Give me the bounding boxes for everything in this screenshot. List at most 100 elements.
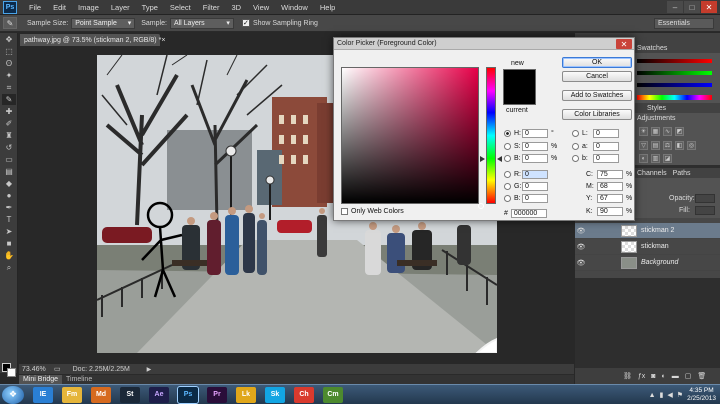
hand-tool-icon[interactable]: ✋ bbox=[2, 250, 16, 261]
black-white-icon[interactable]: ◧ bbox=[675, 141, 684, 150]
gradient-tool-icon[interactable]: ▤ bbox=[2, 166, 16, 177]
volume-icon[interactable]: ◀ bbox=[667, 391, 672, 399]
ok-button[interactable]: OK bbox=[562, 57, 632, 68]
exposure-icon[interactable]: ◩ bbox=[675, 127, 684, 136]
taskbar-app-internet-explorer[interactable]: IE bbox=[33, 386, 53, 403]
link-icon[interactable]: ⛓ bbox=[623, 372, 632, 380]
lightness-radio[interactable] bbox=[572, 129, 579, 137]
brightness-icon[interactable]: ☀ bbox=[639, 127, 648, 136]
taskbar-app-lock[interactable]: Lk bbox=[236, 386, 256, 403]
layer-row[interactable]: 👁 stickman bbox=[575, 239, 720, 255]
hue-slider-right-arrow-icon[interactable] bbox=[497, 156, 502, 162]
levels-icon[interactable]: ▦ bbox=[651, 127, 660, 136]
red-slider[interactable] bbox=[637, 59, 712, 63]
green-radio[interactable] bbox=[504, 182, 511, 190]
taskbar-app-camtasia[interactable]: Cm bbox=[323, 386, 343, 403]
taskbar-app-file-explorer[interactable]: Fm bbox=[62, 386, 82, 403]
show-hidden-icons-icon[interactable]: ▲ bbox=[649, 392, 656, 399]
menu-3d[interactable]: 3D bbox=[225, 3, 247, 12]
tab-paths[interactable]: Paths bbox=[673, 170, 691, 177]
dodge-tool-icon[interactable]: ● bbox=[2, 190, 16, 201]
layer-row[interactable]: 👁 Background bbox=[575, 255, 720, 271]
fill-field[interactable] bbox=[695, 206, 715, 215]
brightness-radio[interactable] bbox=[504, 154, 511, 162]
current-color-swatch[interactable] bbox=[503, 87, 536, 105]
saturation-radio[interactable] bbox=[504, 142, 511, 150]
start-button[interactable]: ❖ bbox=[2, 385, 24, 404]
color-balance-icon[interactable]: ⚖ bbox=[663, 141, 672, 150]
type-tool-icon[interactable]: T bbox=[2, 214, 16, 225]
system-clock[interactable]: 4:35 PM 2/25/2013 bbox=[687, 387, 716, 403]
hue-slider[interactable] bbox=[486, 67, 496, 204]
play-arrow-icon[interactable]: ▶ bbox=[147, 366, 152, 373]
menu-view[interactable]: View bbox=[247, 3, 275, 12]
only-web-colors-checkbox[interactable] bbox=[341, 208, 348, 215]
shape-tool-icon[interactable]: ■ bbox=[2, 238, 16, 249]
menu-edit[interactable]: Edit bbox=[47, 3, 72, 12]
layer-name[interactable]: stickman 2 bbox=[641, 227, 674, 234]
workspace-switcher[interactable]: Essentials bbox=[654, 18, 714, 29]
tab-timeline[interactable]: Timeline bbox=[62, 375, 96, 385]
dialog-title-bar[interactable]: Color Picker (Foreground Color) ✕ bbox=[334, 38, 634, 50]
taskbar-app-premiere[interactable]: Pr bbox=[207, 386, 227, 403]
menu-file[interactable]: File bbox=[23, 3, 47, 12]
b-channel-radio[interactable] bbox=[572, 154, 579, 162]
tab-swatches[interactable]: Swatches bbox=[637, 45, 667, 52]
network-icon[interactable]: ▮ bbox=[660, 391, 664, 399]
history-brush-tool-icon[interactable]: ↺ bbox=[2, 142, 16, 153]
add-to-swatches-button[interactable]: Add to Swatches bbox=[562, 90, 632, 101]
hue-slider-left-arrow-icon[interactable] bbox=[480, 156, 485, 162]
adjustment-layer-icon[interactable]: ◐ bbox=[662, 373, 666, 380]
magenta-field[interactable]: 68 bbox=[597, 181, 623, 191]
hue-radio[interactable] bbox=[504, 129, 511, 137]
blue-slider[interactable] bbox=[637, 83, 712, 87]
dialog-close-button[interactable]: ✕ bbox=[616, 39, 632, 49]
flag-icon[interactable]: ⚑ bbox=[677, 391, 683, 399]
minimize-button[interactable]: – bbox=[667, 1, 683, 13]
blue-field[interactable]: 0 bbox=[522, 193, 548, 203]
green-slider[interactable] bbox=[637, 71, 712, 75]
taskbar-app-chrome[interactable]: Ch bbox=[294, 386, 314, 403]
pen-tool-icon[interactable]: ✒ bbox=[2, 202, 16, 213]
color-ramp[interactable] bbox=[637, 95, 712, 100]
menu-layer[interactable]: Layer bbox=[105, 3, 136, 12]
taskbar-app-media-player[interactable]: Md bbox=[91, 386, 111, 403]
menu-help[interactable]: Help bbox=[314, 3, 341, 12]
tab-channels[interactable]: Channels bbox=[637, 170, 667, 177]
eyedropper-tool-preset-icon[interactable]: ✎ bbox=[3, 17, 17, 29]
black-field[interactable]: 90 bbox=[597, 206, 623, 216]
lasso-tool-icon[interactable]: ʘ bbox=[2, 58, 16, 69]
menu-type[interactable]: Type bbox=[136, 3, 164, 12]
a-channel-field[interactable]: 0 bbox=[593, 141, 619, 151]
hue-saturation-icon[interactable]: ▤ bbox=[651, 141, 660, 150]
eye-icon[interactable]: 👁 bbox=[575, 243, 587, 251]
saturation-field[interactable]: 0 bbox=[522, 141, 548, 151]
blue-radio[interactable] bbox=[504, 194, 511, 202]
tab-adjustments[interactable]: Adjustments bbox=[637, 115, 676, 122]
color-field[interactable] bbox=[341, 67, 484, 209]
mask-icon[interactable]: ◙ bbox=[651, 373, 655, 380]
posterize-icon[interactable]: ▥ bbox=[651, 154, 660, 163]
menu-filter[interactable]: Filter bbox=[197, 3, 226, 12]
trash-icon[interactable]: 🗑 bbox=[697, 372, 706, 380]
curves-icon[interactable]: ∿ bbox=[663, 127, 672, 136]
cyan-field[interactable]: 75 bbox=[597, 169, 623, 179]
b-channel-field[interactable]: 0 bbox=[593, 153, 619, 163]
tab-styles[interactable]: Styles bbox=[647, 105, 666, 112]
taskbar-app-after-effects[interactable]: Ae bbox=[149, 386, 169, 403]
vibrance-icon[interactable]: ▽ bbox=[639, 141, 648, 150]
close-button[interactable]: ✕ bbox=[701, 1, 717, 13]
lightness-field[interactable]: 0 bbox=[593, 128, 619, 138]
red-radio[interactable] bbox=[504, 170, 511, 178]
move-tool-icon[interactable]: ✥ bbox=[2, 34, 16, 45]
layer-row[interactable]: 👁 stickman 2 bbox=[575, 223, 720, 239]
healing-brush-tool-icon[interactable]: ✚ bbox=[2, 106, 16, 117]
invert-icon[interactable]: ◐ bbox=[639, 154, 648, 163]
threshold-icon[interactable]: ◪ bbox=[663, 154, 672, 163]
taskbar-app-steam[interactable]: St bbox=[120, 386, 140, 403]
a-channel-radio[interactable] bbox=[572, 142, 579, 150]
close-icon[interactable]: × bbox=[161, 37, 165, 44]
maximize-button[interactable]: □ bbox=[684, 1, 700, 13]
hex-field[interactable]: 000000 bbox=[510, 208, 547, 218]
zoom-tool-icon[interactable]: ⌕ bbox=[2, 262, 16, 273]
